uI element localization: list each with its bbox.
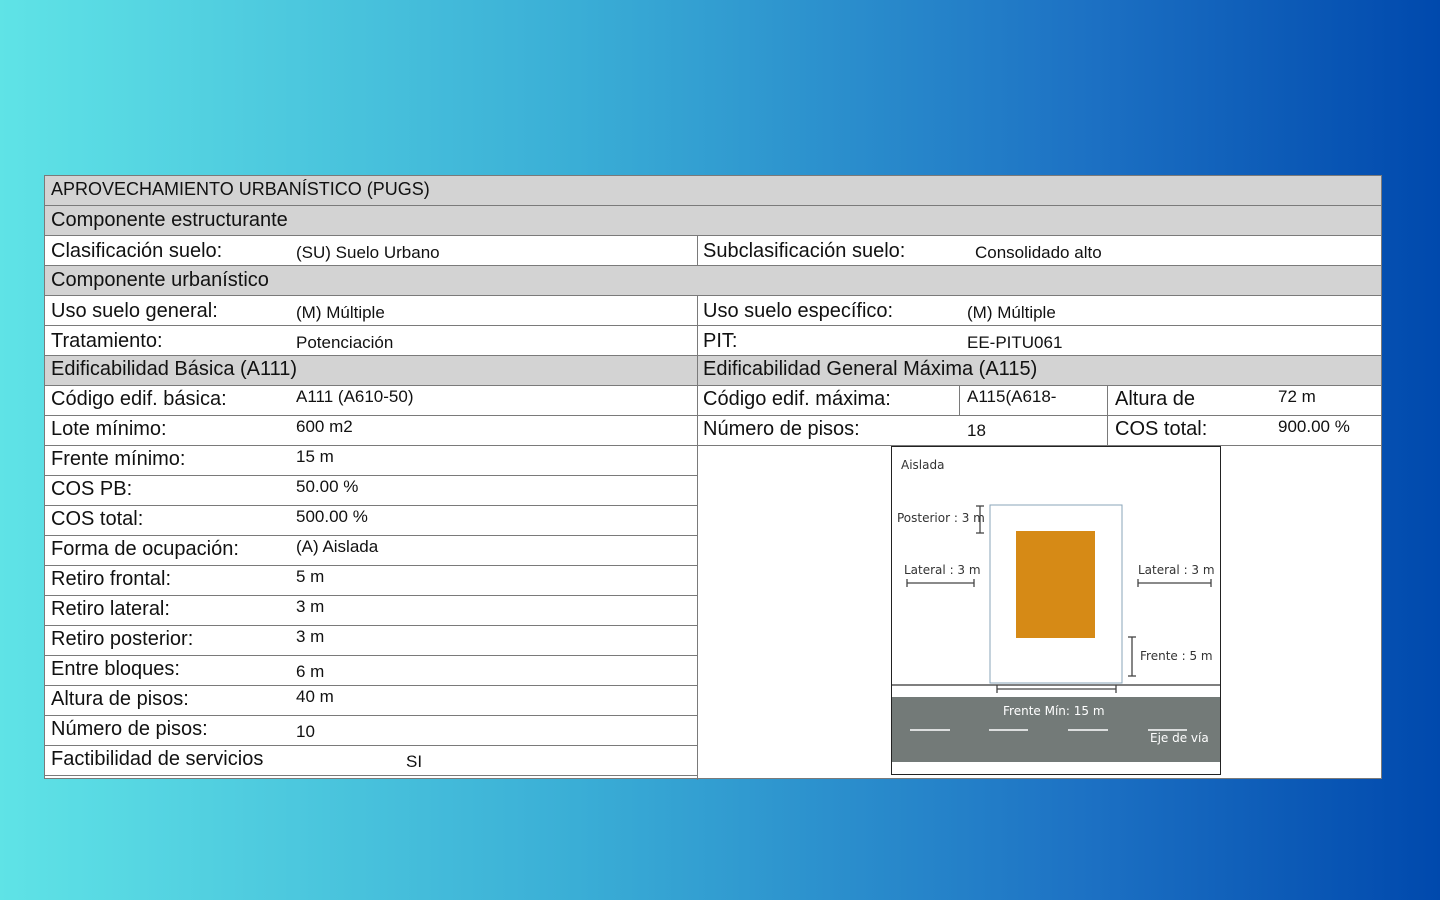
uso-suelo-row: Uso suelo general: (M) Múltiple Uso suel…	[45, 296, 1381, 326]
cos-maxima-value: 900.00 %	[1278, 417, 1350, 436]
eje-via-label: Eje de vía	[1150, 731, 1209, 745]
basica-row: Factibilidad de servicios SI	[45, 746, 697, 776]
section-estructurante-label: Componente estructurante	[51, 209, 288, 231]
basica-row-label: Altura de pisos:	[51, 688, 189, 710]
basica-row-label: Entre bloques:	[51, 658, 180, 680]
sheet-title: APROVECHAMIENTO URBANÍSTICO (PUGS)	[51, 179, 430, 199]
basica-row: Forma de ocupación: (A) Aislada	[45, 536, 697, 566]
basica-row-value: 40 m	[296, 687, 334, 706]
subclasificacion-label: Subclasificación suelo:	[703, 240, 906, 262]
basica-row-value: 5 m	[296, 567, 325, 586]
lateral-left-label: Lateral : 3 m	[904, 563, 981, 577]
diagram-drawing	[892, 504, 1220, 762]
basica-row: Entre bloques: 6 m	[45, 656, 697, 686]
basica-row-value: 50.00 %	[296, 477, 359, 496]
basica-row: COS total: 500.00 %	[45, 506, 697, 536]
sheet-title-row: APROVECHAMIENTO URBANÍSTICO (PUGS)	[45, 176, 1381, 206]
pisos-maxima-row: Número de pisos: 18 COS total: 900.00 %	[697, 416, 1381, 446]
aprovechamiento-sheet: APROVECHAMIENTO URBANÍSTICO (PUGS) Compo…	[44, 175, 1382, 780]
frente-min-label: Frente Mín: 15 m	[1003, 704, 1105, 718]
building-footprint	[1016, 531, 1095, 638]
codigo-maxima-row: Código edif. máxima: A115(A618- Altura d…	[697, 386, 1381, 416]
pisos-maxima-value: 18	[967, 421, 986, 440]
basica-row: Lote mínimo: 600 m2	[45, 416, 697, 446]
basica-row-value: 600 m2	[296, 417, 353, 436]
basica-row-label: Retiro posterior:	[51, 628, 194, 650]
basica-row: Retiro posterior: 3 m	[45, 626, 697, 656]
section-maxima-label: Edificabilidad General Máxima (A115)	[703, 358, 1038, 380]
basica-row-value: A111 (A610-50)	[296, 387, 414, 406]
altura-label: Altura de	[1115, 388, 1196, 410]
section-basica-label: Edificabilidad Básica (A111)	[51, 358, 298, 380]
basica-row-label: Forma de ocupación:	[51, 538, 239, 560]
basica-row-value: 3 m	[296, 627, 325, 646]
basica-row-label: Número de pisos:	[51, 718, 208, 740]
basica-row: COS PB: 50.00 %	[45, 476, 697, 506]
basica-row: Número de pisos: 10	[45, 716, 697, 746]
codigo-maxima-label: Código edif. máxima:	[703, 388, 891, 410]
basica-row-label: Código edif. básica:	[51, 388, 227, 410]
uso-general-label: Uso suelo general:	[51, 300, 218, 322]
edificabilidad-header-row: Edificabilidad Básica (A111) Edificabili…	[45, 356, 1381, 386]
basica-row-value: 10	[296, 722, 315, 741]
tratamiento-label: Tratamiento:	[51, 330, 163, 352]
basica-row: Código edif. básica: A111 (A610-50)	[45, 386, 697, 416]
clasificacion-label: Clasificación suelo:	[51, 240, 223, 262]
basica-row-label: Frente mínimo:	[51, 448, 186, 470]
basica-row-label: Retiro frontal:	[51, 568, 172, 590]
codigo-maxima-value: A115(A618-	[967, 387, 1057, 406]
tratamiento-row: Tratamiento: Potenciación PIT: EE-PITU06…	[45, 326, 1381, 356]
basica-row-label: COS PB:	[51, 478, 133, 500]
basica-row: Altura de pisos: 40 m	[45, 686, 697, 716]
pit-value: EE-PITU061	[967, 333, 1063, 352]
basica-row-value: 500.00 %	[296, 507, 368, 526]
pit-label: PIT:	[703, 330, 738, 352]
cos-maxima-label: COS total:	[1115, 418, 1208, 440]
basica-row-value: SI	[406, 752, 423, 771]
clasificacion-row: Clasificación suelo: (SU) Suelo Urbano S…	[45, 236, 1381, 266]
basica-row-value: (A) Aislada	[296, 537, 379, 556]
subclasificacion-value: Consolidado alto	[975, 243, 1102, 262]
basica-row: Frente mínimo: 15 m	[45, 446, 697, 476]
basica-row-label: Retiro lateral:	[51, 598, 170, 620]
section-estructurante: Componente estructurante	[45, 206, 1381, 236]
basica-row-value: 15 m	[296, 447, 334, 466]
uso-especifico-label: Uso suelo específico:	[703, 300, 894, 322]
lateral-right-label: Lateral : 3 m	[1138, 563, 1215, 577]
tratamiento-value: Potenciación	[296, 333, 394, 352]
basica-row-value: 3 m	[296, 597, 325, 616]
uso-general-value: (M) Múltiple	[296, 303, 385, 322]
altura-value: 72 m	[1278, 387, 1316, 406]
basica-row: Retiro lateral: 3 m	[45, 596, 697, 626]
posterior-label: Posterior : 3 m	[897, 511, 985, 525]
basica-row-value: 6 m	[296, 662, 325, 681]
pisos-maxima-label: Número de pisos:	[703, 418, 860, 440]
section-urbanistico-label: Componente urbanístico	[51, 269, 269, 291]
frente-label: Frente : 5 m	[1140, 649, 1213, 663]
basica-row-label: Factibilidad de servicios	[51, 748, 264, 770]
uso-especifico-value: (M) Múltiple	[967, 303, 1056, 322]
clasificacion-value: (SU) Suelo Urbano	[296, 243, 440, 262]
setback-diagram: Aislada Posterior: 3 m Lateral: 3 m La…	[891, 446, 1221, 775]
basica-row-label: Lote mínimo:	[51, 418, 167, 440]
basica-row: Retiro frontal: 5 m	[45, 566, 697, 596]
section-urbanistico: Componente urbanístico	[45, 266, 1381, 296]
basica-row-label: COS total:	[51, 508, 144, 530]
